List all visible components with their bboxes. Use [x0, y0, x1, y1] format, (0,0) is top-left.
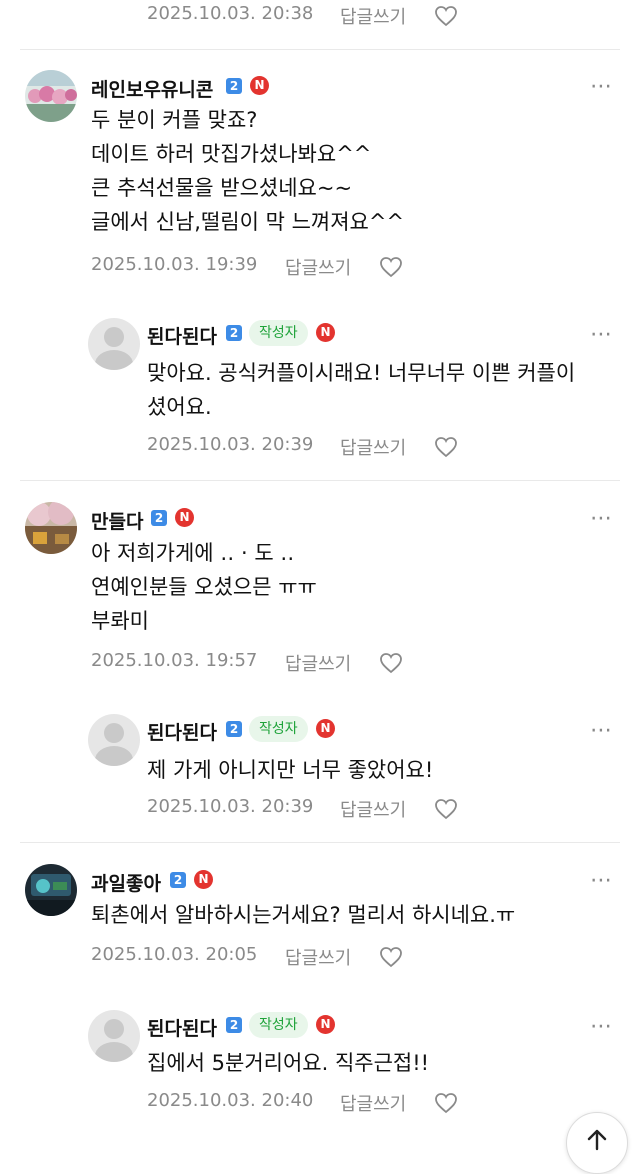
comment-text: 집에서 5분거리어요. 직주근접!! — [147, 1051, 430, 1075]
new-badge: N — [175, 508, 194, 527]
comment-text: 제 가게 아니지만 너무 좋았어요! — [147, 758, 434, 782]
comment-time: 2025.10.03. 20:39 — [147, 796, 314, 817]
new-badge: N — [316, 719, 335, 738]
author-name[interactable]: 레인보우유니콘 — [91, 75, 213, 102]
scroll-to-top-button[interactable] — [566, 1112, 628, 1174]
heart-icon[interactable] — [379, 256, 403, 278]
level-badge: 2 — [170, 872, 186, 888]
avatar[interactable] — [25, 864, 77, 916]
divider — [20, 49, 620, 50]
comment-time: 2025.10.03. 20:39 — [147, 434, 314, 455]
heart-icon[interactable] — [434, 436, 458, 458]
reply-link[interactable]: 답글쓰기 — [340, 3, 406, 29]
level-badge: 2 — [226, 325, 242, 341]
reply-link[interactable]: 답글쓰기 — [340, 434, 406, 460]
heart-icon[interactable] — [434, 1092, 458, 1114]
author-name[interactable]: 된다된다 — [147, 322, 217, 349]
comment-time: 2025.10.03. 20:05 — [91, 944, 258, 965]
avatar[interactable] — [88, 318, 140, 370]
reply-link[interactable]: 답글쓰기 — [285, 254, 351, 280]
more-options-icon[interactable]: ⋯ — [590, 1016, 613, 1038]
reply-link[interactable]: 답글쓰기 — [285, 944, 351, 970]
author-tag: 작성자 — [249, 1012, 308, 1038]
heart-icon[interactable] — [379, 652, 403, 674]
comment-text: 퇴촌에서 알바하시는거세요? 멀리서 하시네요.ㅠ — [91, 903, 516, 927]
heart-icon[interactable] — [434, 798, 458, 820]
reply-link[interactable]: 답글쓰기 — [285, 650, 351, 676]
reply-link[interactable]: 답글쓰기 — [340, 796, 406, 822]
author-tag: 작성자 — [249, 320, 308, 346]
comment-time: 2025.10.03. 20:40 — [147, 1090, 314, 1111]
author-tag: 작성자 — [249, 716, 308, 742]
divider — [20, 480, 620, 481]
level-badge: 2 — [226, 1017, 242, 1033]
level-badge: 2 — [226, 721, 242, 737]
author-name[interactable]: 된다된다 — [147, 718, 217, 745]
more-options-icon[interactable]: ⋯ — [590, 720, 613, 742]
avatar[interactable] — [88, 714, 140, 766]
more-options-icon[interactable]: ⋯ — [590, 324, 613, 346]
more-options-icon[interactable]: ⋯ — [590, 508, 613, 530]
comment-time: 2025.10.03. 20:38 — [147, 3, 314, 24]
more-options-icon[interactable]: ⋯ — [590, 870, 613, 892]
author-name[interactable]: 된다된다 — [147, 1014, 217, 1041]
avatar[interactable] — [25, 70, 77, 122]
author-name[interactable]: 과일좋아 — [91, 869, 161, 896]
divider — [20, 842, 620, 843]
arrow-up-icon — [587, 1129, 607, 1151]
level-badge: 2 — [226, 78, 242, 94]
new-badge: N — [316, 1015, 335, 1034]
more-options-icon[interactable]: ⋯ — [590, 76, 613, 98]
heart-icon[interactable] — [434, 5, 458, 27]
reply-link[interactable]: 답글쓰기 — [340, 1090, 406, 1116]
avatar[interactable] — [25, 502, 77, 554]
new-badge: N — [250, 76, 269, 95]
comment-text: 아 저희가게에 ‥ · 도 ‥ 연예인분들 오셨으믄 ㅠㅠ 부롸미 — [91, 541, 317, 633]
new-badge: N — [194, 870, 213, 889]
comment-text: 맞아요. 공식커플이시래요! 너무너무 이쁜 커플이 셨어요. — [147, 361, 576, 419]
author-name[interactable]: 만들다 — [91, 507, 143, 534]
level-badge: 2 — [151, 510, 167, 526]
comment-time: 2025.10.03. 19:39 — [91, 254, 258, 275]
avatar[interactable] — [88, 1010, 140, 1062]
comment-text: 두 분이 커플 맞죠? 데이트 하러 맛집가셨나봐요^^ 큰 추석선물을 받으셨… — [91, 108, 405, 234]
comment-time: 2025.10.03. 19:57 — [91, 650, 258, 671]
heart-icon[interactable] — [379, 946, 403, 968]
new-badge: N — [316, 323, 335, 342]
